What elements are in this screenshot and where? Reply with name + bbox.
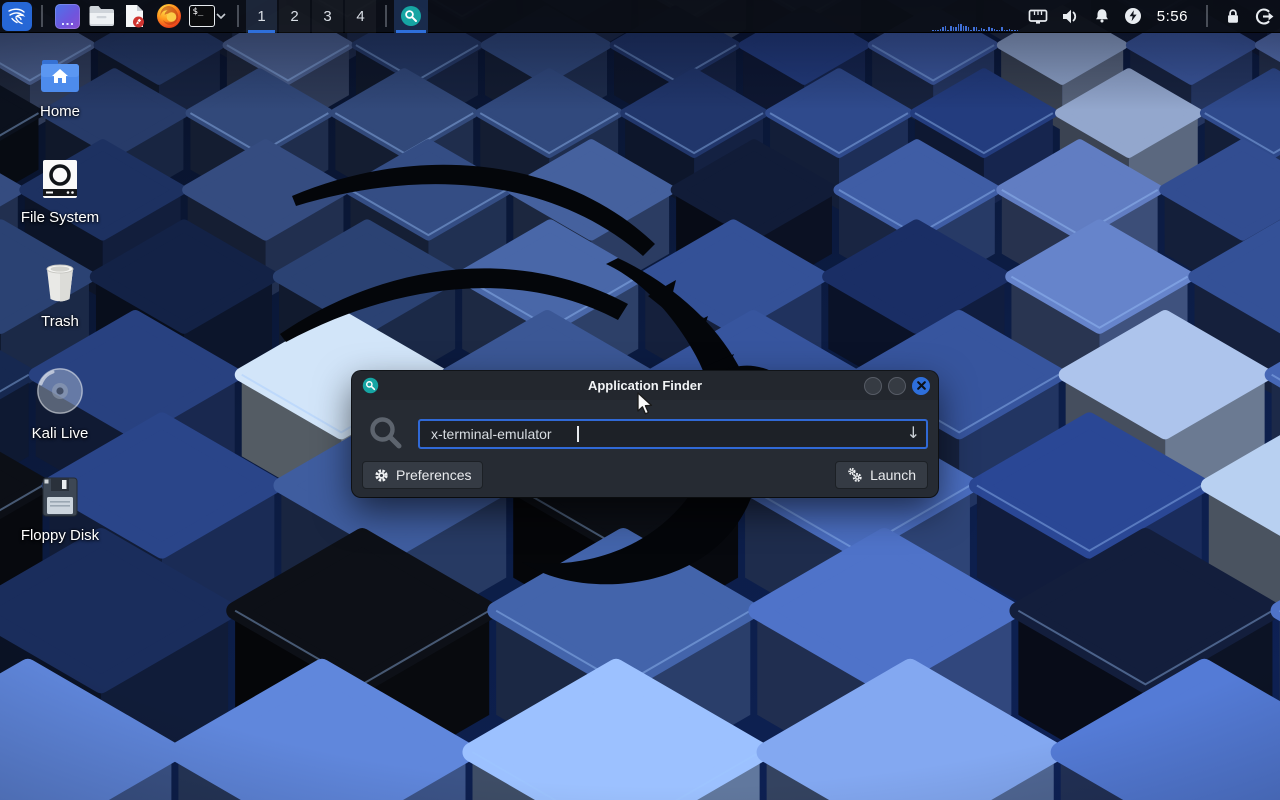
desktop-icon-home[interactable]: Home: [14, 58, 106, 120]
launcher-web-browser[interactable]: [154, 1, 184, 31]
workspace-2[interactable]: 2: [279, 0, 310, 33]
clock[interactable]: 5:56: [1157, 8, 1188, 25]
power-manager-icon[interactable]: [1124, 7, 1142, 25]
desktop-icon-floppy-disk[interactable]: Floppy Disk: [14, 476, 106, 544]
maximize-button[interactable]: [888, 377, 906, 395]
desktop-icon-kali-live[interactable]: Kali Live: [14, 366, 106, 442]
workspace-number: 3: [323, 8, 331, 25]
window-buttons: [864, 377, 930, 395]
workspace-number: 1: [257, 8, 265, 25]
preferences-button[interactable]: Preferences: [362, 461, 483, 489]
desktop-icon-label: Trash: [41, 313, 79, 330]
panel-separator: [41, 5, 43, 27]
gear-icon: [374, 468, 389, 483]
chevron-down-icon: [216, 12, 226, 20]
app-finder-badge-icon: [400, 5, 422, 27]
panel-separator: [237, 5, 239, 27]
firefox-icon: [156, 3, 182, 29]
application-finder-window: Application Finder ↓ Preferences: [352, 371, 938, 497]
workspace-1[interactable]: 1: [246, 0, 277, 33]
launcher-terminal[interactable]: [52, 1, 82, 31]
panel-separator: [1206, 5, 1208, 27]
notification-bell-icon[interactable]: [1093, 7, 1111, 25]
taskbar-application-finder[interactable]: [394, 0, 428, 33]
launch-gears-icon: [847, 467, 863, 483]
workspace-number: 2: [290, 8, 298, 25]
titlebar[interactable]: Application Finder: [352, 371, 938, 400]
home-folder-icon: [39, 58, 81, 94]
launcher-file-manager[interactable]: [86, 1, 116, 31]
top-panel: $_ 1 2 3 4: [0, 0, 1280, 33]
panel-separator: [385, 5, 387, 27]
search-icon: [368, 415, 404, 451]
launch-label: Launch: [870, 467, 916, 483]
close-icon: [917, 381, 926, 390]
preferences-label: Preferences: [396, 467, 471, 483]
kali-logo-icon: [6, 5, 28, 27]
launcher-text-editor[interactable]: [120, 1, 150, 31]
floppy-disk-icon: [40, 476, 80, 518]
workspace-4[interactable]: 4: [345, 0, 376, 33]
launch-button[interactable]: Launch: [835, 461, 928, 489]
lock-screen-icon[interactable]: [1224, 7, 1242, 25]
workspace-3[interactable]: 3: [312, 0, 343, 33]
logout-icon[interactable]: [1255, 7, 1274, 26]
app-finder-badge-icon: [362, 377, 379, 394]
system-tray: 5:56: [1028, 5, 1274, 27]
close-button[interactable]: [912, 377, 930, 395]
launcher-terminal-dropdown[interactable]: $_: [188, 1, 228, 31]
applications-menu-button[interactable]: [2, 2, 32, 31]
text-editor-icon: [123, 3, 147, 29]
terminal-app-icon: [55, 4, 80, 29]
search-field-wrap: ↓: [418, 419, 928, 449]
terminal-glyph: $_: [193, 7, 204, 17]
hard-drive-icon: [40, 158, 80, 200]
file-manager-icon: [88, 4, 115, 28]
desktop-icon-label: Home: [40, 103, 80, 120]
optical-disc-icon: [35, 366, 85, 416]
workspace-number: 4: [356, 8, 364, 25]
window-title: Application Finder: [352, 378, 938, 393]
terminal-emulator-icon: $_: [189, 5, 215, 27]
desktop-icon-file-system[interactable]: File System: [14, 158, 106, 226]
desktop-icon-label: File System: [21, 209, 99, 226]
search-input[interactable]: [418, 419, 928, 449]
desktop-icon-trash[interactable]: Trash: [14, 262, 106, 330]
trash-can-icon: [41, 262, 79, 304]
network-icon[interactable]: [1028, 8, 1048, 25]
desktop-icon-label: Kali Live: [32, 425, 89, 442]
cpu-graph-widget[interactable]: [932, 22, 1018, 31]
minimize-button[interactable]: [864, 377, 882, 395]
volume-icon[interactable]: [1061, 8, 1080, 25]
desktop-icon-label: Floppy Disk: [21, 527, 99, 544]
